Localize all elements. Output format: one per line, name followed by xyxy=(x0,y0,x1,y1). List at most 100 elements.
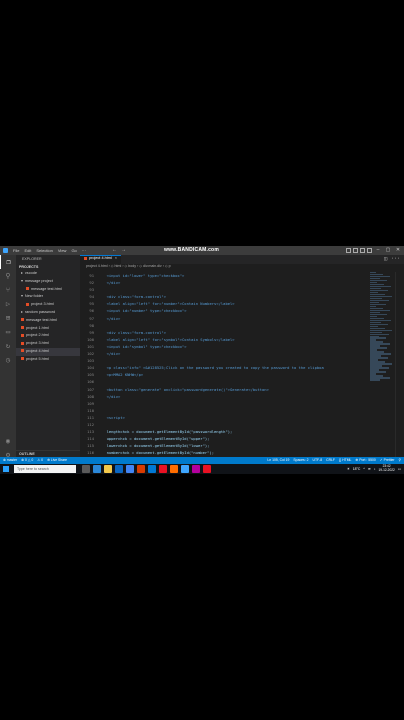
line-number: 105 xyxy=(87,372,94,378)
vertical-scrollbar[interactable] xyxy=(395,272,404,466)
layout-sidebar-icon[interactable] xyxy=(346,247,351,253)
menu-selection[interactable]: Selection xyxy=(36,248,52,253)
task-view-icon[interactable] xyxy=(82,465,90,473)
firefox-icon[interactable] xyxy=(170,465,178,473)
tree-file[interactable]: project 3.html xyxy=(16,301,80,309)
html-file-icon xyxy=(21,357,24,361)
layout-panel-icon[interactable] xyxy=(353,247,358,253)
line-text: </div> xyxy=(102,351,121,357)
status-item[interactable]: ✓ Prettier xyxy=(380,458,395,462)
close-tab-icon[interactable]: × xyxy=(115,256,117,260)
breadcrumb[interactable]: project 4.html › ◇ html › ◇ body › ◇ div… xyxy=(80,264,404,271)
menu-view[interactable]: View xyxy=(58,248,67,253)
activity-bar: ❐ ⚲ ⑂ ▷ ⊞ ▭ ↻ ◷ ◉ ⚙ xyxy=(0,255,16,466)
account-icon[interactable]: ◉ xyxy=(0,434,16,448)
media-icon[interactable] xyxy=(159,465,167,473)
tab-project-4[interactable]: project 4.html × xyxy=(80,255,122,264)
menu-edit[interactable]: Edit xyxy=(24,248,31,253)
status-item[interactable]: ⊗ 0 △ 0 xyxy=(21,458,33,462)
layout-custom-icon[interactable] xyxy=(367,247,372,253)
line-text: <script> xyxy=(102,414,125,420)
status-item[interactable]: Spaces: 2 xyxy=(293,458,308,462)
tree-file[interactable]: project 5.html xyxy=(16,356,80,364)
menu-more[interactable]: ··· xyxy=(82,248,86,253)
file-explorer-icon[interactable] xyxy=(104,465,112,473)
tree-folder[interactable]: message project xyxy=(16,278,80,286)
line-text: numberchck = document.getElementById("nu… xyxy=(102,450,215,456)
code-line: 116 numberchck = document.getElementById… xyxy=(80,449,370,456)
code-editor[interactable]: 91 <input id="lower" type="checkbox"> 92 … xyxy=(80,272,370,466)
back-arrow-icon[interactable]: ← xyxy=(112,247,117,253)
tree-folder[interactable]: New folder xyxy=(16,293,80,301)
chrome-icon[interactable] xyxy=(126,465,134,473)
code-line: 100 <label align="left" for="symbol">Con… xyxy=(80,336,370,343)
tree-item-label: project 2.html xyxy=(26,333,49,338)
split-editor-icon[interactable]: ◫ xyxy=(384,256,387,262)
close-icon[interactable]: ✕ xyxy=(394,247,402,253)
status-left: ⊗ master ⊗ 0 △ 0 ⚠ 0 ⊕ Live Share xyxy=(3,458,67,462)
windows-start-icon[interactable] xyxy=(3,466,9,472)
forward-arrow-icon[interactable]: → xyxy=(121,247,126,253)
code-line: 105 <p>MMA2 KNHW</p> xyxy=(80,371,370,378)
minimize-icon[interactable]: – xyxy=(374,247,382,253)
status-item[interactable]: CRLF xyxy=(326,458,335,462)
tree-folder[interactable]: random password xyxy=(16,309,80,317)
temperature: 18°C xyxy=(352,466,361,471)
taskbar-apps xyxy=(82,465,211,473)
status-item[interactable]: ⊕ Port : 5500 xyxy=(355,458,375,462)
code-line: 112 xyxy=(80,421,370,428)
taskbar-search-input[interactable]: Type here to search xyxy=(14,465,76,473)
html-file-icon xyxy=(26,302,29,306)
more-actions-icon[interactable]: ··· xyxy=(391,256,400,262)
status-item[interactable]: ⊕ Live Share xyxy=(47,458,67,462)
explorer-icon[interactable]: ❐ xyxy=(0,255,16,269)
tree-file[interactable]: project 4.html xyxy=(16,347,80,356)
status-item[interactable]: UTF-8 xyxy=(313,458,323,462)
search-icon[interactable]: ⚲ xyxy=(0,269,16,283)
bandicam-icon[interactable] xyxy=(203,465,211,473)
menu-file[interactable]: File xyxy=(13,248,19,253)
code-line: 106 xyxy=(80,378,370,385)
tree-item-label: random password xyxy=(24,309,56,314)
tray-chevron-icon[interactable]: ^ xyxy=(363,467,365,471)
live-share-icon[interactable]: ↻ xyxy=(0,339,16,353)
window-controls: – ▢ ✕ xyxy=(346,247,402,253)
line-number: 110 xyxy=(87,407,94,413)
line-text: upperchck = document.getElementById("upp… xyxy=(102,436,210,442)
status-item[interactable]: ⚲ xyxy=(399,458,401,462)
clock[interactable]: 23:42 19-12-2022 xyxy=(378,464,394,472)
source-control-icon[interactable]: ⑂ xyxy=(0,283,16,297)
volume-icon[interactable]: ♪ xyxy=(374,467,376,471)
app-icon[interactable] xyxy=(192,465,200,473)
line-number: 108 xyxy=(87,393,94,399)
status-item[interactable]: Ln 105, Col 19 xyxy=(267,458,289,462)
remote-explorer-icon[interactable]: ▭ xyxy=(0,325,16,339)
line-number: 104 xyxy=(87,365,94,371)
mail-icon[interactable] xyxy=(148,465,156,473)
vscode-taskbar-icon[interactable] xyxy=(181,465,189,473)
store-icon[interactable] xyxy=(115,465,123,473)
edge-icon[interactable] xyxy=(93,465,101,473)
run-debug-icon[interactable]: ▷ xyxy=(0,297,16,311)
maximize-icon[interactable]: ▢ xyxy=(384,247,392,253)
status-item[interactable]: {} HTML xyxy=(339,458,351,462)
tree-file[interactable]: message test.html xyxy=(16,317,80,325)
tree-file[interactable]: project 2.html xyxy=(16,332,80,340)
timeline-icon[interactable]: ◷ xyxy=(0,353,16,367)
extensions-icon[interactable]: ⊞ xyxy=(0,311,16,325)
tree-file[interactable]: project 1.html xyxy=(16,325,80,333)
tree-file[interactable]: project 3.html xyxy=(16,340,80,348)
minimap[interactable] xyxy=(370,272,394,392)
code-line: 114 upperchck = document.getElementById(… xyxy=(80,435,370,442)
weather-icon[interactable]: ☀ xyxy=(347,467,350,471)
layout-secondary-icon[interactable] xyxy=(360,247,365,253)
status-item[interactable]: ⊗ master xyxy=(3,458,17,462)
tree-folder[interactable]: vscode xyxy=(16,270,80,278)
desktop-screen: File Edit Selection View Go ··· ← → www.… xyxy=(0,246,404,474)
tree-file[interactable]: message test.html xyxy=(16,286,80,294)
status-item[interactable]: ⚠ 0 xyxy=(37,458,43,462)
office-icon[interactable] xyxy=(137,465,145,473)
menu-go[interactable]: Go xyxy=(71,248,76,253)
network-icon[interactable]: ≋ xyxy=(368,467,371,471)
notifications-icon[interactable]: ▭ xyxy=(398,467,401,471)
